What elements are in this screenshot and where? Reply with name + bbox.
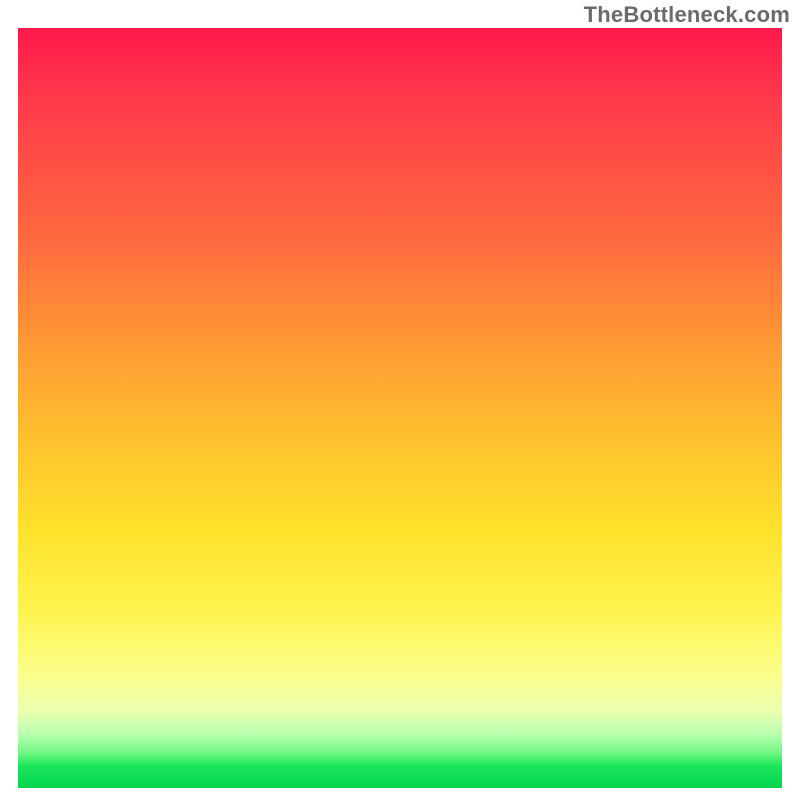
plot-area bbox=[18, 28, 782, 788]
gradient-background bbox=[18, 28, 782, 788]
watermark-text: TheBottleneck.com bbox=[584, 2, 790, 28]
chart-container: TheBottleneck.com bbox=[0, 0, 800, 800]
